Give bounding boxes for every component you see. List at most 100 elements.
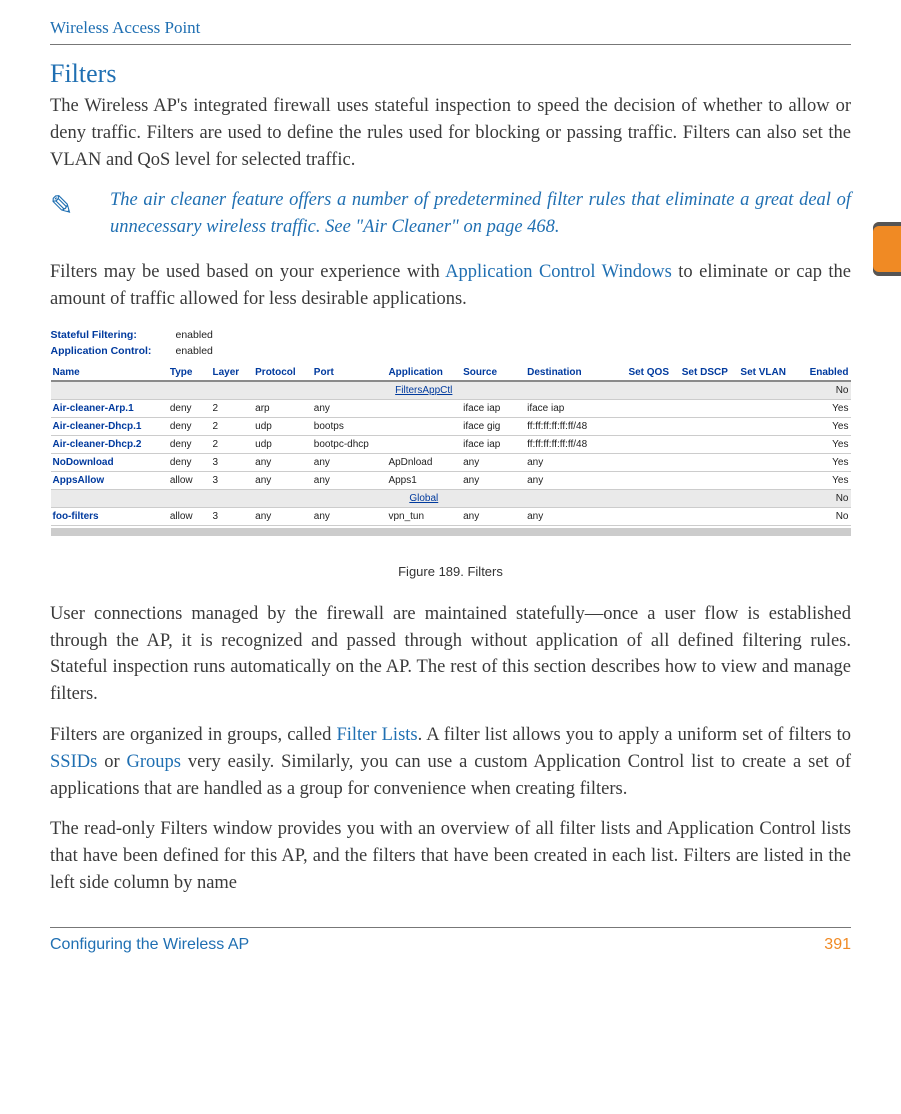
cell-name: Air-cleaner-Arp.1 bbox=[51, 399, 168, 417]
cell-destination: ff:ff:ff:ff:ff:ff/48 bbox=[525, 417, 626, 435]
cell-enabled: Yes bbox=[797, 399, 850, 417]
cell-setvlan bbox=[738, 435, 797, 453]
cell-application: ApDnload bbox=[386, 453, 461, 471]
cell-setqos bbox=[626, 507, 679, 525]
cell-source: iface iap bbox=[461, 435, 525, 453]
note-block: ✎ The air cleaner feature offers a numbe… bbox=[50, 187, 851, 241]
cell-layer: 2 bbox=[210, 417, 253, 435]
cell-source: any bbox=[461, 507, 525, 525]
footer-page-number: 391 bbox=[824, 936, 851, 954]
table-row: FiltersAppCtlNo bbox=[51, 381, 851, 400]
cell-type: deny bbox=[168, 399, 211, 417]
col-port: Port bbox=[312, 365, 387, 381]
cell-setdscp bbox=[680, 399, 739, 417]
cell-setqos bbox=[626, 435, 679, 453]
text-fragment: or bbox=[97, 752, 126, 772]
cell-setdscp bbox=[680, 417, 739, 435]
kv-value: enabled bbox=[176, 345, 213, 357]
col-destination: Destination bbox=[525, 365, 626, 381]
table-row: NoDownloaddeny3anyanyApDnloadanyanyYes bbox=[51, 453, 851, 471]
table-row: AppsAllowallow3anyanyApps1anyanyYes bbox=[51, 471, 851, 489]
cell-name: foo-filters bbox=[51, 507, 168, 525]
table-row: Air-cleaner-Dhcp.2deny2udpbootpc-dhcpifa… bbox=[51, 435, 851, 453]
cell-protocol: udp bbox=[253, 435, 312, 453]
cell-destination: any bbox=[525, 471, 626, 489]
page-edge-tab bbox=[873, 222, 901, 276]
cell-application bbox=[386, 399, 461, 417]
cell-source: iface gig bbox=[461, 417, 525, 435]
cell-protocol: any bbox=[253, 507, 312, 525]
pencil-icon: ✎ bbox=[50, 187, 110, 241]
cell-layer: 2 bbox=[210, 399, 253, 417]
cell-type: deny bbox=[168, 417, 211, 435]
table-header-row: Name Type Layer Protocol Port Applicatio… bbox=[51, 365, 851, 381]
link-ssids[interactable]: SSIDs bbox=[50, 752, 97, 772]
link-groups[interactable]: Groups bbox=[127, 752, 181, 772]
cell-name: NoDownload bbox=[51, 453, 168, 471]
cell-setvlan bbox=[738, 507, 797, 525]
cell-application bbox=[386, 417, 461, 435]
table-row: foo-filtersallow3anyanyvpn_tunanyanyNo bbox=[51, 507, 851, 525]
page-footer: Configuring the Wireless AP 391 bbox=[50, 927, 851, 954]
cell-setqos bbox=[626, 417, 679, 435]
cell-enabled: Yes bbox=[797, 435, 850, 453]
kv-row: Application Control: enabled bbox=[51, 343, 851, 359]
cell-port: any bbox=[312, 453, 387, 471]
paragraph-appcontrol: Filters may be used based on your experi… bbox=[50, 259, 851, 313]
cell-destination: iface iap bbox=[525, 399, 626, 417]
col-protocol: Protocol bbox=[253, 365, 312, 381]
cell-destination: any bbox=[525, 507, 626, 525]
figure-screenshot: Stateful Filtering: enabled Application … bbox=[50, 327, 851, 579]
cell-port: any bbox=[312, 399, 387, 417]
cell-application: Apps1 bbox=[386, 471, 461, 489]
cell-setdscp bbox=[680, 453, 739, 471]
cell-enabled: Yes bbox=[797, 417, 850, 435]
running-header: Wireless Access Point bbox=[50, 18, 851, 45]
cell-protocol: udp bbox=[253, 417, 312, 435]
group-name-link[interactable]: FiltersAppCtl bbox=[51, 381, 798, 400]
cell-layer: 3 bbox=[210, 471, 253, 489]
paragraph-stateful: User connections managed by the firewall… bbox=[50, 601, 851, 708]
cell-type: deny bbox=[168, 435, 211, 453]
cell-type: allow bbox=[168, 507, 211, 525]
paragraph-intro: The Wireless AP's integrated firewall us… bbox=[50, 93, 851, 173]
cell-layer: 3 bbox=[210, 453, 253, 471]
cell-setvlan bbox=[738, 417, 797, 435]
col-layer: Layer bbox=[210, 365, 253, 381]
link-filter-lists[interactable]: Filter Lists bbox=[336, 725, 417, 745]
cell-port: any bbox=[312, 471, 387, 489]
col-setvlan: Set VLAN bbox=[738, 365, 797, 381]
cell-setvlan bbox=[738, 453, 797, 471]
col-setdscp: Set DSCP bbox=[680, 365, 739, 381]
cell-layer: 2 bbox=[210, 435, 253, 453]
note-text: The air cleaner feature offers a number … bbox=[110, 187, 851, 241]
cell-enabled: Yes bbox=[797, 453, 850, 471]
cell-source: iface iap bbox=[461, 399, 525, 417]
cell-setdscp bbox=[680, 507, 739, 525]
text-fragment: Filters are organized in groups, called bbox=[50, 725, 336, 745]
section-title: Filters bbox=[50, 59, 851, 89]
filters-table: Name Type Layer Protocol Port Applicatio… bbox=[51, 365, 851, 526]
table-row: Air-cleaner-Dhcp.1deny2udpbootps iface gi… bbox=[51, 417, 851, 435]
group-name-link[interactable]: Global bbox=[51, 489, 798, 507]
cell-name: Air-cleaner-Dhcp.2 bbox=[51, 435, 168, 453]
kv-value: enabled bbox=[176, 329, 213, 341]
cell-setqos bbox=[626, 453, 679, 471]
cell-name: AppsAllow bbox=[51, 471, 168, 489]
cell-port: bootps bbox=[312, 417, 387, 435]
paragraph-filter-lists: Filters are organized in groups, called … bbox=[50, 722, 851, 802]
link-application-control-windows[interactable]: Application Control Windows bbox=[445, 262, 672, 282]
cell-protocol: any bbox=[253, 471, 312, 489]
footer-section-name: Configuring the Wireless AP bbox=[50, 936, 249, 954]
cell-application bbox=[386, 435, 461, 453]
cell-setqos bbox=[626, 471, 679, 489]
kv-label: Stateful Filtering: bbox=[51, 329, 176, 341]
cell-name: Air-cleaner-Dhcp.1 bbox=[51, 417, 168, 435]
col-name: Name bbox=[51, 365, 168, 381]
table-row: GlobalNo bbox=[51, 489, 851, 507]
page: Wireless Access Point Filters The Wirele… bbox=[0, 0, 901, 964]
cell-setdscp bbox=[680, 471, 739, 489]
cell-protocol: arp bbox=[253, 399, 312, 417]
scrollbar-horizontal[interactable] bbox=[51, 528, 851, 536]
cell-application: vpn_tun bbox=[386, 507, 461, 525]
